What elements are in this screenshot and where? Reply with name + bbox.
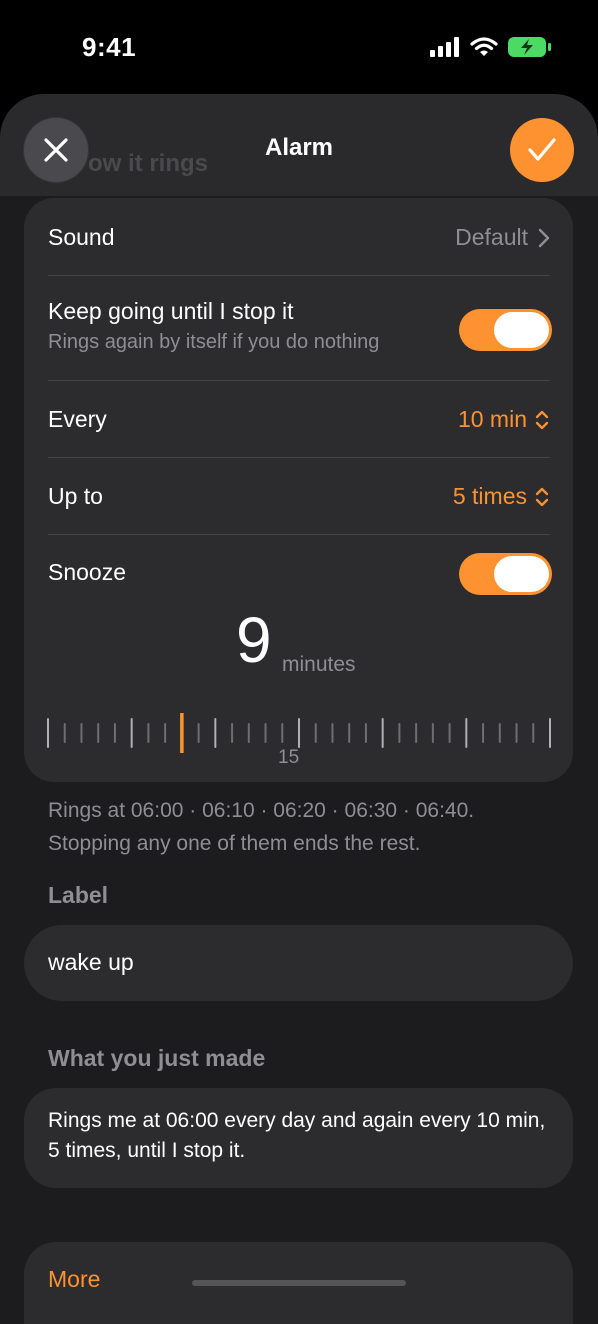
snooze-minutes-value: 9 (236, 604, 272, 676)
sound-label: Sound (48, 224, 115, 250)
battery-charging-icon (508, 37, 551, 57)
every-label: Every (48, 406, 107, 432)
sound-value-text: Default (455, 224, 528, 250)
status-time: 9:41 (82, 32, 137, 62)
page-title: Alarm (264, 134, 334, 161)
nav-bar: ow it rings Alarm (0, 94, 598, 196)
summary-card: Rings me at 06:00 every day and again ev… (24, 1088, 573, 1188)
upto-picker[interactable]: 5 times (453, 483, 549, 510)
upto-label: Up to (48, 483, 103, 509)
alarm-sheet: ow it rings Alarm Sound Default Keep goi… (0, 94, 598, 1324)
sound-row[interactable]: Sound Default (48, 224, 550, 254)
keep-going-toggle[interactable] (459, 309, 552, 351)
divider (48, 380, 550, 381)
chevron-updown-icon (535, 487, 549, 506)
chevron-right-icon (538, 228, 550, 247)
snooze-minutes-unit: minutes (282, 653, 356, 676)
label-section-title: Label (48, 882, 109, 908)
divider (48, 534, 550, 535)
label-field[interactable]: wake up (24, 925, 573, 1001)
summary-section-title: What you just made (48, 1045, 266, 1071)
wifi-icon (470, 37, 498, 56)
ring-schedule-note: Rings at 06:00 · 06:10 · 06:20 · 06:30 ·… (48, 794, 474, 860)
summary-text: Rings me at 06:00 every day and again ev… (48, 1109, 546, 1162)
ring-schedule-footnote: Stopping any one of them ends the rest. (48, 832, 421, 855)
every-picker[interactable]: 10 min (458, 406, 549, 433)
ruler-tick-label: 15 (278, 747, 300, 768)
home-indicator (192, 1280, 406, 1286)
signal-icon (430, 37, 459, 57)
toggle-knob (494, 312, 549, 348)
status-bar: 9:41 (0, 0, 598, 92)
checkmark-icon (528, 138, 556, 161)
alarm-settings-card: Sound Default Keep going until I stop it… (24, 198, 573, 782)
snooze-toggle[interactable] (459, 553, 552, 595)
upto-value: 5 times (452, 483, 527, 509)
toggle-knob (494, 556, 549, 592)
label-field-value: wake up (48, 949, 134, 975)
chevron-updown-icon (535, 410, 549, 429)
status-icons (430, 36, 552, 58)
divider (48, 275, 550, 276)
more-link[interactable]: More (48, 1266, 100, 1293)
every-value: 10 min (457, 406, 527, 432)
confirm-button[interactable] (510, 118, 574, 182)
sound-value: Default (455, 224, 550, 251)
ring-schedule-line: Rings at 06:00 · 06:10 · 06:20 · 06:30 ·… (48, 799, 475, 822)
divider (48, 457, 550, 458)
snooze-label: Snooze (48, 559, 127, 585)
